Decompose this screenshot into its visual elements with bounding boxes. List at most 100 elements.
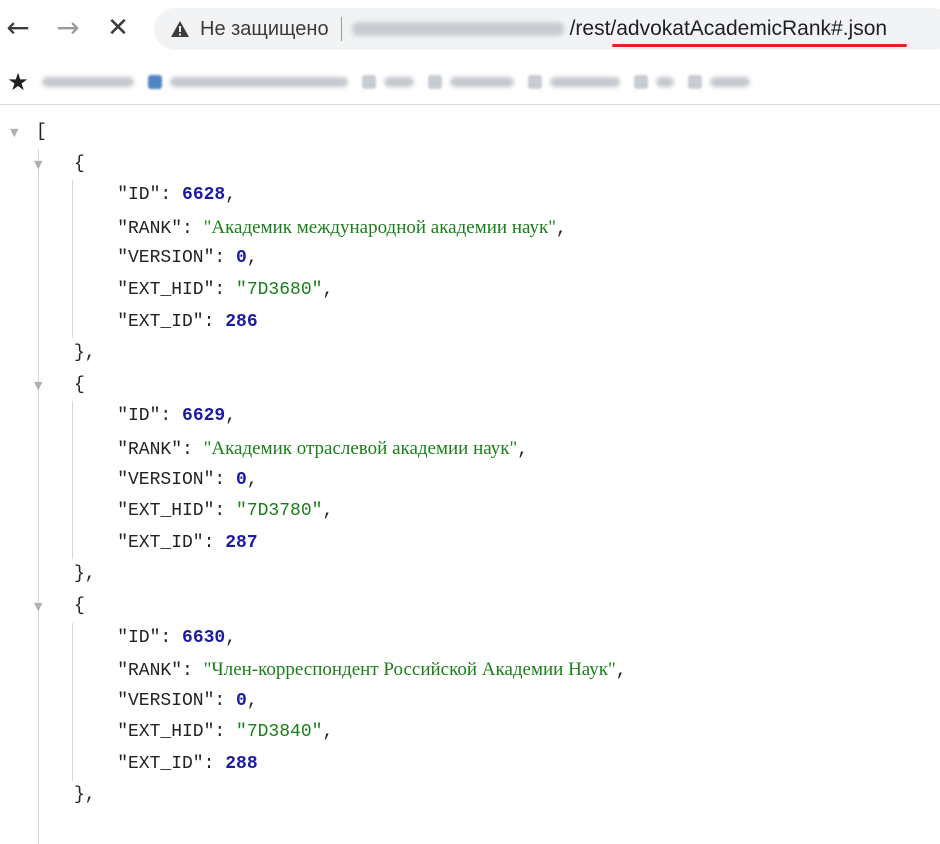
- json-quote: ": [236, 722, 247, 743]
- json-key: "EXT_ID": [117, 532, 204, 553]
- json-array-open: [: [36, 122, 47, 142]
- json-line: ▼{: [0, 370, 940, 402]
- json-key: "EXT_ID": [117, 753, 204, 774]
- json-key: "EXT_HID": [117, 722, 215, 743]
- json-line: "RANK": "Член-корреспондент Российской А…: [0, 654, 940, 686]
- json-key: "ID": [117, 627, 161, 648]
- json-colon: :: [214, 722, 237, 743]
- json-colon: :: [214, 469, 237, 490]
- json-key: "EXT_HID": [117, 279, 215, 300]
- forward-arrow-icon[interactable]: →: [52, 12, 84, 44]
- json-comma: ,: [322, 722, 334, 743]
- json-key: "RANK": [117, 439, 182, 460]
- json-quote: ": [311, 279, 323, 300]
- json-colon: :: [160, 627, 183, 648]
- json-colon: :: [203, 532, 226, 553]
- json-line: "VERSION": 0,: [0, 686, 940, 718]
- bookmark-star-icon[interactable]: ★: [4, 68, 32, 96]
- collapse-toggle-icon[interactable]: ▼: [34, 149, 48, 181]
- json-comma: ,: [615, 661, 627, 682]
- browser-toolbar: ← → ✕ Не защищено /rest/advokatAcademicR…: [0, 0, 940, 60]
- json-value-version: 0: [236, 469, 247, 490]
- json-viewer: ▼[▼{"ID": 6628, "RANK": "Академик междуна…: [0, 105, 940, 844]
- json-colon: :: [160, 406, 183, 427]
- json-key: "RANK": [117, 661, 182, 682]
- json-value-ext-hid: 7D3680: [246, 279, 312, 300]
- warning-icon[interactable]: [170, 19, 190, 39]
- json-key: "VERSION": [117, 469, 215, 490]
- json-value-id: 6630: [182, 627, 226, 648]
- json-value-ext-id: 287: [225, 532, 258, 553]
- json-line: "EXT_HID": "7D3680",: [0, 275, 940, 307]
- json-object-close: },: [74, 785, 96, 806]
- json-line: ▼[: [0, 117, 940, 149]
- url-path[interactable]: /rest/advokatAcademicRank#.json: [569, 17, 908, 47]
- json-object-close: },: [74, 343, 96, 364]
- json-line: },: [0, 338, 940, 370]
- collapse-toggle-icon[interactable]: ▼: [34, 370, 48, 402]
- json-comma: ,: [322, 501, 334, 522]
- bookmark-item[interactable]: [688, 70, 750, 94]
- url-path-text: /rest/advokatAcademicRank#.json: [569, 17, 888, 40]
- collapse-toggle-icon[interactable]: ▼: [34, 591, 48, 623]
- json-comma: ,: [555, 218, 567, 239]
- json-object-open: {: [74, 153, 85, 174]
- json-colon: :: [203, 311, 226, 332]
- bookmark-item[interactable]: [362, 70, 414, 94]
- json-line: "EXT_ID": 286: [0, 307, 940, 339]
- collapse-toggle-icon[interactable]: ▼: [10, 117, 24, 149]
- json-value-ext-id: 288: [225, 753, 258, 774]
- json-comma: ,: [225, 185, 237, 206]
- bookmark-item[interactable]: [148, 70, 348, 94]
- json-quote: ": [236, 279, 247, 300]
- json-colon: :: [160, 185, 183, 206]
- bookmark-item[interactable]: [42, 70, 134, 94]
- json-value-rank: Академик отраслевой академии наук: [211, 437, 510, 459]
- json-quote: ": [608, 659, 616, 681]
- json-line: },: [0, 780, 940, 812]
- json-line: "ID": 6629,: [0, 401, 940, 433]
- address-bar[interactable]: Не защищено /rest/advokatAcademicRank#.j…: [154, 8, 940, 50]
- close-icon[interactable]: ✕: [102, 12, 134, 44]
- json-comma: ,: [246, 469, 258, 490]
- url-underline-annotation: [611, 44, 908, 47]
- back-arrow-icon[interactable]: ←: [2, 12, 34, 44]
- json-key: "ID": [117, 185, 161, 206]
- json-key: "RANK": [117, 218, 182, 239]
- json-line: "RANK": "Академик международной академии…: [0, 212, 940, 244]
- json-line: "EXT_ID": 288: [0, 749, 940, 781]
- json-value-ext-hid: 7D3840: [246, 722, 312, 743]
- json-colon: :: [182, 218, 204, 239]
- bookmark-item[interactable]: [634, 70, 674, 94]
- json-quote: ": [311, 722, 323, 743]
- json-line: "EXT_ID": 287: [0, 528, 940, 560]
- json-comma: ,: [246, 248, 258, 269]
- json-object-close: },: [74, 564, 96, 585]
- redacted-host: [351, 22, 564, 36]
- json-quote: ": [236, 501, 247, 522]
- json-line: "EXT_HID": "7D3780",: [0, 496, 940, 528]
- security-status-label[interactable]: Не защищено: [200, 18, 329, 41]
- json-quote: ": [311, 501, 323, 522]
- json-colon: :: [182, 439, 204, 460]
- json-value-id: 6628: [182, 185, 226, 206]
- json-key: "ID": [117, 406, 161, 427]
- json-line: },: [0, 559, 940, 591]
- json-colon: :: [203, 753, 226, 774]
- json-key: "EXT_ID": [117, 311, 204, 332]
- json-value-rank: Академик международной академии наук: [211, 216, 549, 238]
- bookmark-item[interactable]: [528, 70, 620, 94]
- bookmark-item[interactable]: [428, 70, 514, 94]
- json-comma: ,: [225, 406, 237, 427]
- json-object-open: {: [74, 374, 85, 395]
- json-comma: ,: [322, 279, 334, 300]
- address-divider: [340, 17, 342, 41]
- json-line: ▼{: [0, 591, 940, 623]
- json-quote: ": [548, 216, 556, 238]
- bookmarks-bar: ★: [0, 60, 940, 105]
- json-comma: ,: [517, 439, 529, 460]
- json-line: "EXT_HID": "7D3840",: [0, 717, 940, 749]
- json-object-open: {: [74, 595, 85, 616]
- json-line: "VERSION": 0,: [0, 465, 940, 497]
- json-line: "VERSION": 0,: [0, 243, 940, 275]
